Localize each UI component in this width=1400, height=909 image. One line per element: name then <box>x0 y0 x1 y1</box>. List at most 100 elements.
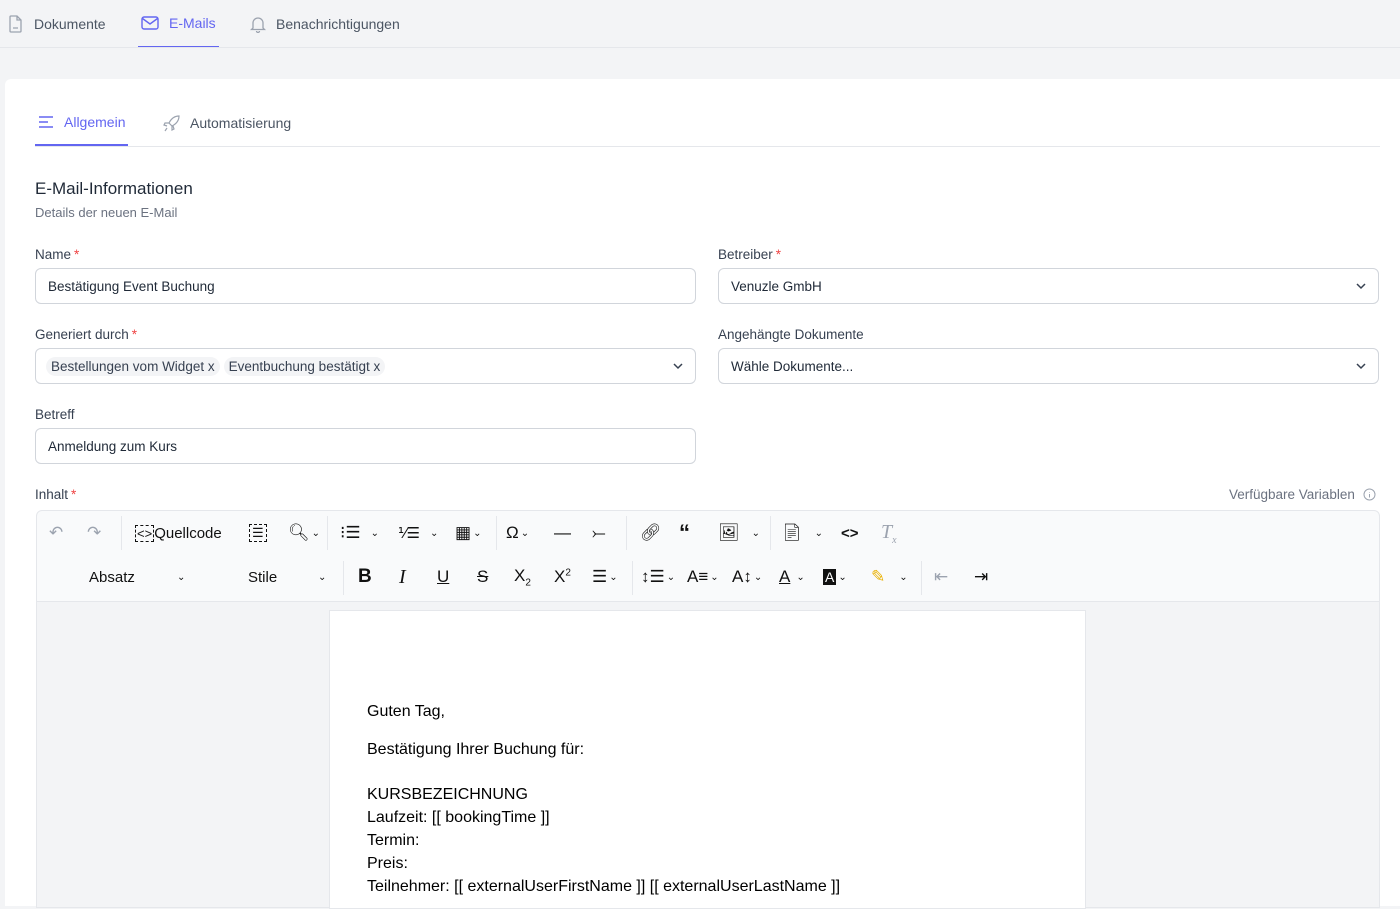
omega-icon: Ω <box>506 523 519 542</box>
bell-icon <box>250 16 266 33</box>
horizontal-line-button[interactable]: — <box>554 521 571 545</box>
italic-button[interactable]: I <box>399 565 406 589</box>
tab-label: Dokumente <box>34 16 106 32</box>
doc-line: Termin: <box>367 832 420 849</box>
mail-icon <box>141 16 159 30</box>
bullet-list-icon: ⁝☰ <box>340 523 361 542</box>
variables-link[interactable]: Verfügbare Variablen <box>1229 487 1376 502</box>
styles-select[interactable]: Stile ⌄ <box>248 565 333 589</box>
chip-remove-button[interactable]: x <box>208 359 215 374</box>
select-all-button[interactable]: ☰ <box>249 521 267 545</box>
attachments-select[interactable]: Wähle Dokumente... <box>718 348 1379 384</box>
tab-label: Benachrichtigungen <box>276 16 400 32</box>
chevron-down-icon: ⌄ <box>473 527 482 539</box>
font-family-button[interactable]: A≡ ⌄ <box>687 565 719 589</box>
attachments-label: Angehängte Dokumente <box>718 327 864 342</box>
code-button[interactable]: <> <box>841 521 859 545</box>
section-subtitle: Details der neuen E-Mail <box>35 205 178 220</box>
template-button[interactable]: 📄︎ ⌄ <box>781 521 823 545</box>
rocket-icon <box>163 114 180 131</box>
page-break-icon: ⤚ <box>592 523 606 542</box>
tab-automatisierung[interactable]: Automatisierung <box>163 100 291 146</box>
chevron-down-icon <box>1356 283 1366 290</box>
doc-line: Guten Tag, <box>367 703 445 720</box>
text-color-icon: A <box>779 567 791 586</box>
bold-icon: B <box>358 566 372 587</box>
indent-button[interactable]: ⇥ <box>974 565 988 589</box>
blockquote-button[interactable]: “ <box>679 520 690 545</box>
superscript-button[interactable]: X2 <box>554 565 571 589</box>
tab-emails[interactable]: E-Mails <box>138 0 219 48</box>
align-left-icon: ☰ <box>592 567 608 586</box>
chevron-down-icon: ⌄ <box>429 527 439 539</box>
source-code-icon: <> <box>135 524 155 542</box>
tab-benachrichtigungen[interactable]: Benachrichtigungen <box>250 0 400 48</box>
tab-label: E-Mails <box>169 15 216 31</box>
chevron-down-icon: ⌄ <box>751 527 760 539</box>
table-button[interactable]: ▦ ⌄ <box>455 521 481 545</box>
strikethrough-button[interactable]: S <box>477 565 488 589</box>
redo-button[interactable]: ↷ <box>87 521 101 545</box>
document-icon <box>9 15 22 33</box>
source-code-button[interactable]: <> Quellcode <box>135 521 222 545</box>
underline-button[interactable]: U <box>437 565 449 589</box>
numbered-list-button[interactable]: ⅟☰ ⌄ <box>398 521 438 545</box>
font-family-icon: A≡ <box>687 567 709 586</box>
table-icon: ▦ <box>455 523 472 542</box>
code-icon: <> <box>841 524 859 542</box>
generated-label: Generiert durch * <box>35 327 138 342</box>
divider <box>35 146 1380 147</box>
chevron-down-icon <box>673 363 683 370</box>
tab-dokumente[interactable]: Dokumente <box>8 0 106 48</box>
operator-select[interactable]: Venuzle GmbH <box>718 268 1379 304</box>
bold-button[interactable]: B <box>358 565 372 589</box>
chip: Bestellungen vom Widget x <box>46 356 220 376</box>
undo-button[interactable]: ↶ <box>49 521 63 545</box>
subscript-button[interactable]: X2 <box>514 565 531 589</box>
editor-content-area[interactable]: Guten Tag, Bestätigung Ihrer Buchung für… <box>37 601 1379 909</box>
chevron-down-icon: ⌄ <box>899 571 908 583</box>
operator-label: Betreiber * <box>718 247 782 262</box>
quote-icon: “ <box>679 520 690 545</box>
bullet-list-button[interactable]: ⁝☰ ⌄ <box>340 521 379 545</box>
doc-line: KURSBEZEICHNUNG <box>367 786 528 803</box>
chip: Eventbuchung bestätigt x <box>223 356 386 376</box>
page-break-button[interactable]: ⤚ <box>592 521 606 545</box>
font-size-button[interactable]: A↕ ⌄ <box>732 565 762 589</box>
chip-remove-button[interactable]: x <box>373 359 380 374</box>
numbered-list-icon: ⅟☰ <box>398 525 420 542</box>
line-height-button[interactable]: ↕☰ ⌄ <box>641 565 675 589</box>
chevron-down-icon: ⌄ <box>311 527 320 539</box>
chevron-down-icon: ⌄ <box>796 571 805 583</box>
find-replace-button[interactable]: 🔍︎ ⌄ <box>288 521 320 545</box>
tab-label: Allgemein <box>64 114 126 130</box>
text-color-button[interactable]: A ⌄ <box>779 565 805 589</box>
chevron-down-icon: ⌄ <box>838 571 847 583</box>
generated-multiselect[interactable]: Bestellungen vom Widget x Eventbuchung b… <box>35 348 696 384</box>
block-format-select[interactable]: Absatz ⌄ <box>89 565 189 589</box>
chevron-down-icon: ⌄ <box>609 571 618 583</box>
clear-format-button[interactable]: Tx <box>881 520 897 546</box>
highlighter-icon: ✎ <box>871 567 886 586</box>
template-icon: 📄︎ <box>781 523 803 542</box>
special-char-button[interactable]: Ω ⌄ <box>506 521 529 545</box>
clear-format-icon: Tx <box>881 520 897 546</box>
subject-label: Betreff <box>35 407 75 422</box>
image-button[interactable]: 🖼︎ ⌄ <box>718 521 760 545</box>
document-page[interactable]: Guten Tag, Bestätigung Ihrer Buchung für… <box>329 610 1086 909</box>
link-button[interactable]: 🔗︎ <box>640 521 662 545</box>
align-button[interactable]: ☰ ⌄ <box>592 565 618 589</box>
tab-allgemein[interactable]: Allgemein <box>35 100 129 146</box>
outdent-button[interactable]: ⇤ <box>934 565 948 589</box>
highlight-button[interactable]: ✎ ⌄ <box>871 565 908 589</box>
doc-line: Preis: <box>367 855 408 872</box>
background-color-button[interactable]: A ⌄ <box>823 565 847 589</box>
line-height-icon: ↕☰ <box>641 567 665 586</box>
name-input[interactable]: Bestätigung Event Buchung <box>35 268 696 304</box>
subscript-icon: X2 <box>514 565 531 589</box>
doc-line: Laufzeit: [[ bookingTime ]] <box>367 809 550 826</box>
superscript-icon: X2 <box>554 567 571 586</box>
chevron-down-icon <box>1356 363 1366 370</box>
subject-input[interactable]: Anmeldung zum Kurs <box>35 428 696 464</box>
tab-label: Automatisierung <box>190 115 292 131</box>
